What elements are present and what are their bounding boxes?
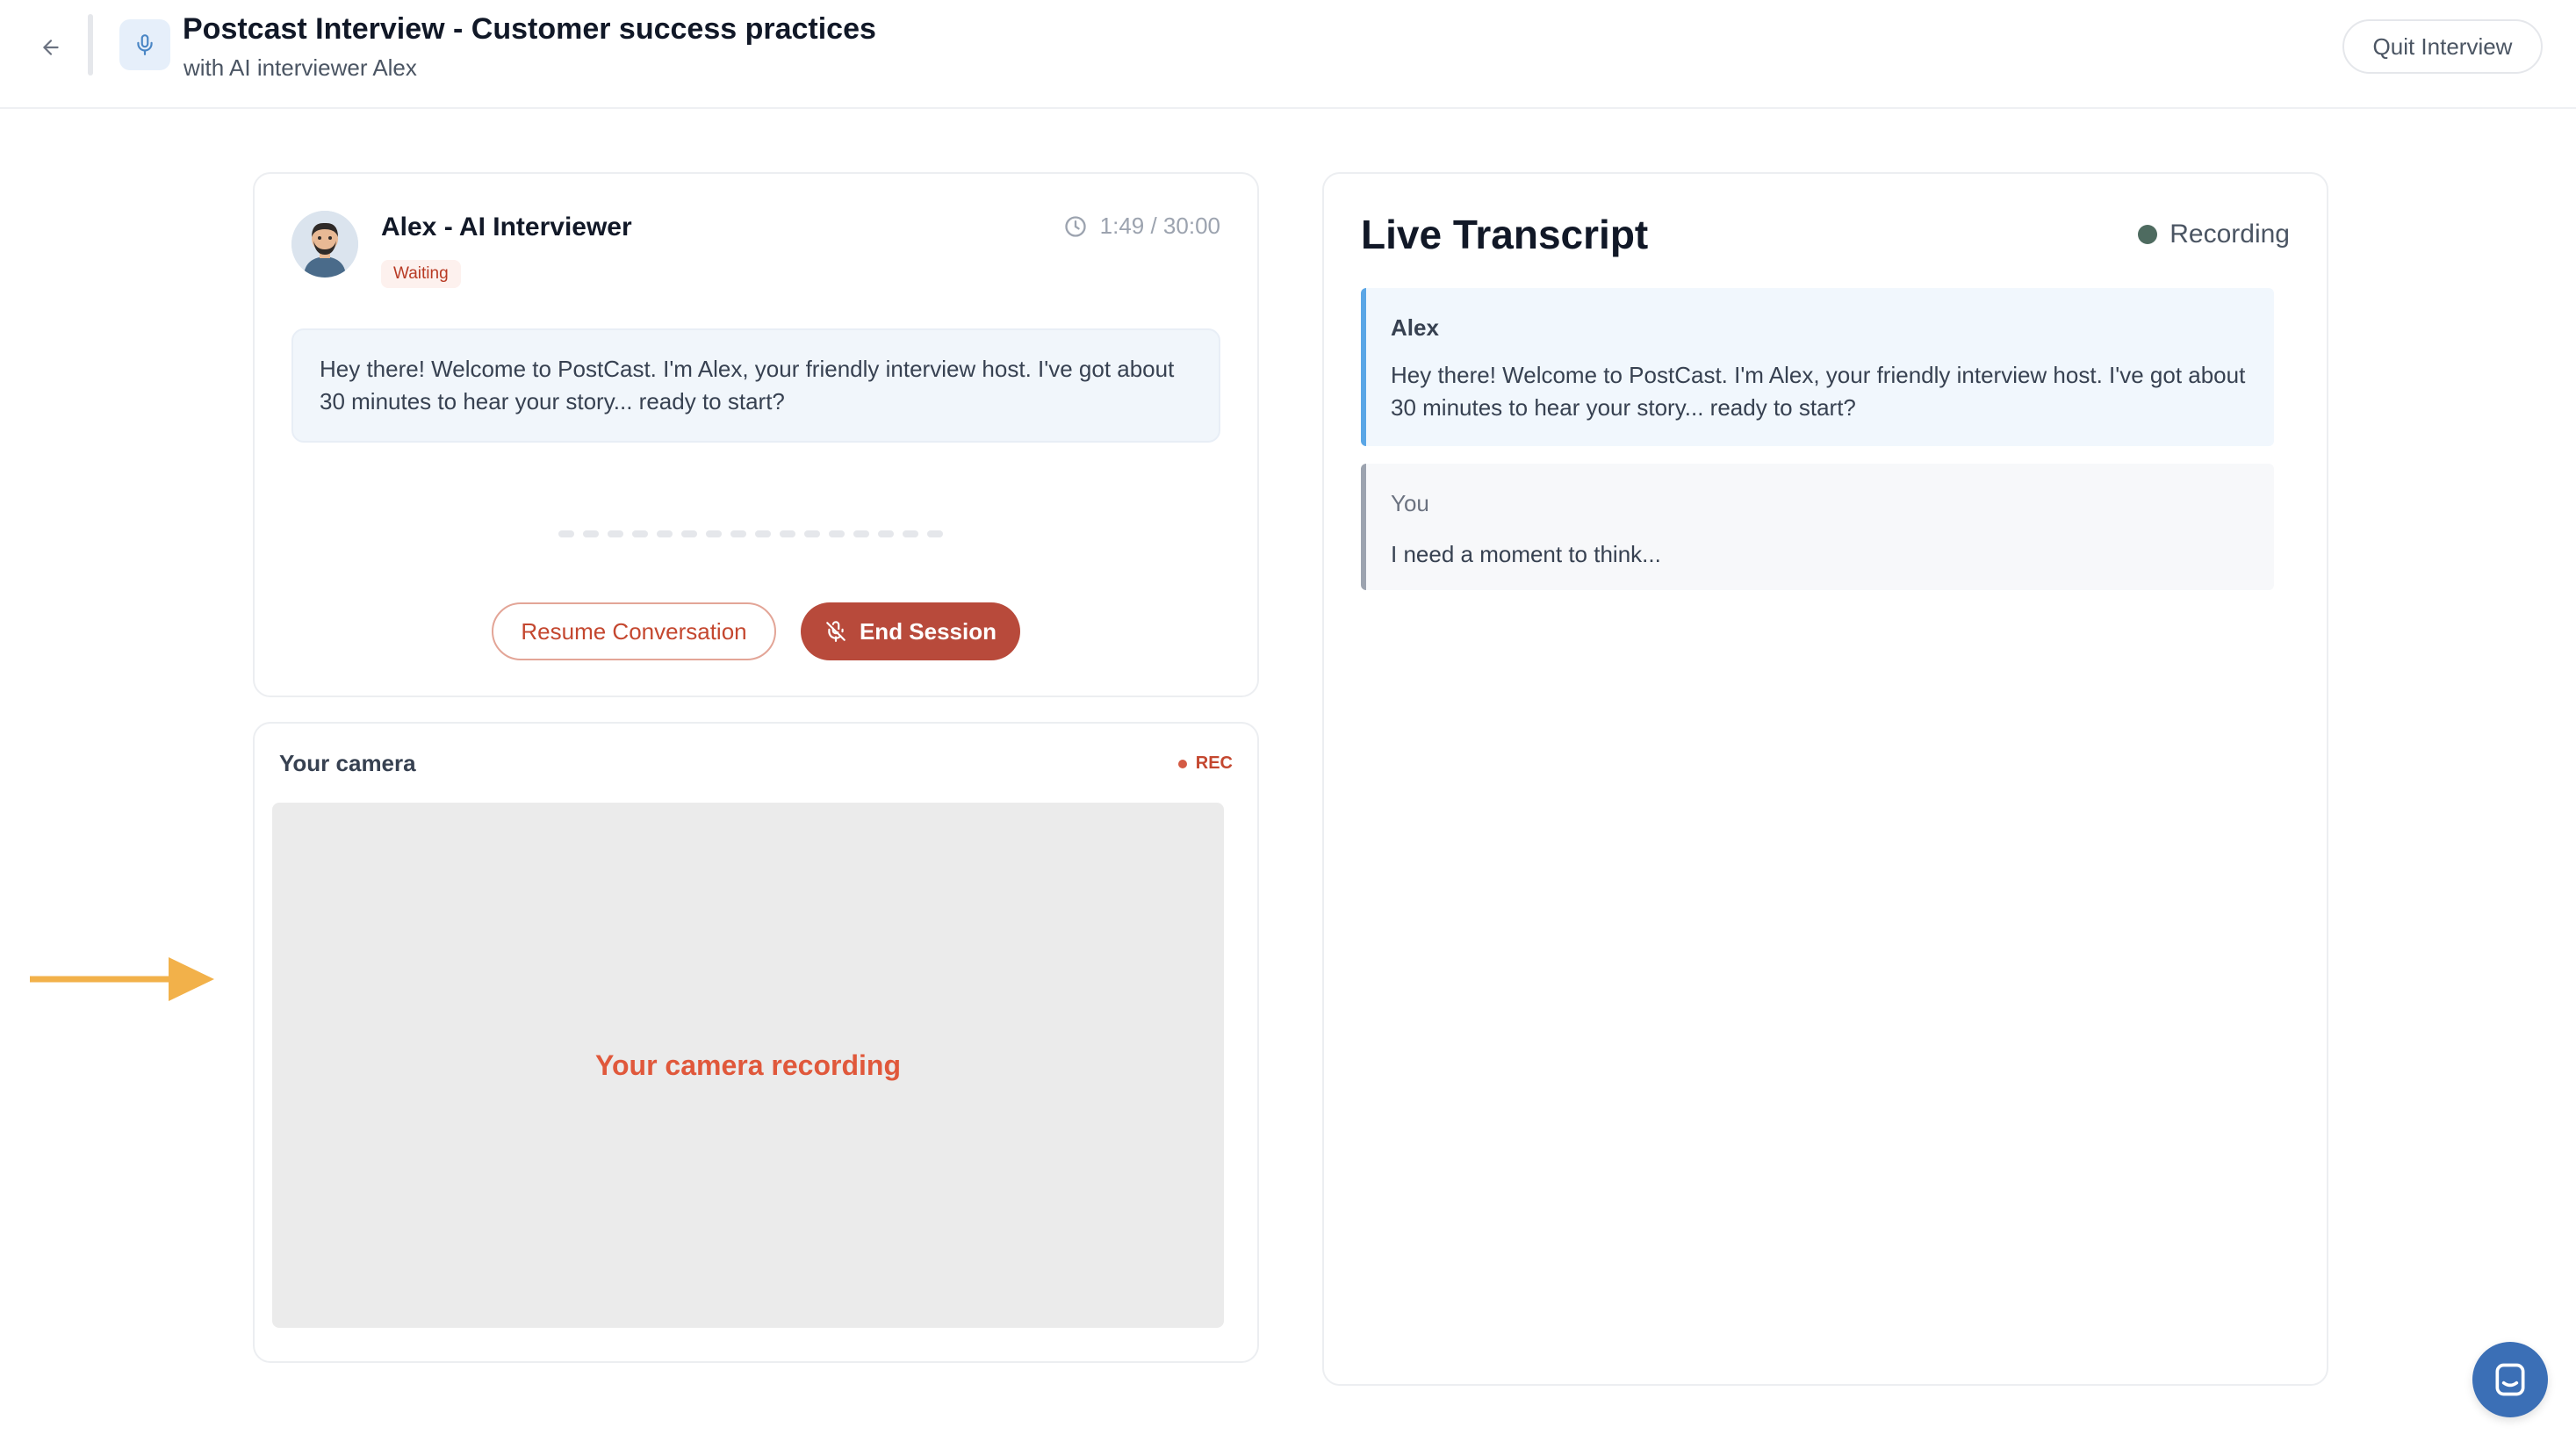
- transcript-card: Live Transcript Recording Alex Hey there…: [1322, 172, 2328, 1386]
- wave-bar: [903, 530, 918, 537]
- podcast-badge: [119, 19, 170, 70]
- wave-bar: [755, 530, 771, 537]
- recording-label: Recording: [2169, 220, 2290, 249]
- page-subtitle: with AI interviewer Alex: [183, 54, 417, 81]
- chat-support-button[interactable]: [2472, 1342, 2548, 1417]
- back-arrow-icon: [43, 40, 59, 55]
- mic-off-icon: [826, 621, 845, 642]
- session-timer: 1:49 / 30:00: [1063, 213, 1220, 240]
- wave-bar: [632, 530, 648, 537]
- transcript-entry-you: You I need a moment to think...: [1361, 464, 2274, 590]
- wave-bar: [804, 530, 820, 537]
- wave-bar: [583, 530, 599, 537]
- clock-icon: [1064, 215, 1086, 237]
- camera-label: Your camera: [279, 750, 416, 776]
- rec-label: REC: [1195, 753, 1233, 773]
- wave-bar: [681, 530, 697, 537]
- resume-conversation-button[interactable]: Resume Conversation: [492, 602, 776, 660]
- transcript-text: I need a moment to think...: [1391, 541, 1661, 567]
- end-session-label: End Session: [859, 617, 997, 645]
- transcript-text: Hey there! Welcome to PostCast. I'm Alex…: [1391, 362, 2246, 421]
- rec-indicator: REC: [1177, 753, 1233, 774]
- ai-interviewer-card: Alex - AI Interviewer Waiting 1:49 / 30:…: [253, 172, 1259, 697]
- transcript-title: Live Transcript: [1361, 212, 1649, 257]
- page-title: Postcast Interview - Customer success pr…: [183, 12, 876, 46]
- wave-bar: [558, 530, 574, 537]
- transcript-speaker: You: [1391, 490, 1429, 516]
- interviewer-name: Alex - AI Interviewer: [381, 213, 632, 242]
- wave-bar: [608, 530, 623, 537]
- camera-preview: Your camera recording: [272, 803, 1224, 1328]
- wave-bar: [657, 530, 673, 537]
- microphone-icon: [137, 34, 153, 55]
- wave-bar: [927, 530, 943, 537]
- rec-dot-icon: [1177, 759, 1187, 768]
- pointer-arrow-icon: [30, 957, 214, 1001]
- recording-status: Recording: [2138, 220, 2290, 249]
- back-button[interactable]: [32, 28, 70, 67]
- recording-dot-icon: [2138, 225, 2158, 244]
- wave-bar: [829, 530, 845, 537]
- avatar: [291, 211, 358, 278]
- quit-interview-button[interactable]: Quit Interview: [2342, 19, 2543, 74]
- camera-placeholder-text: Your camera recording: [595, 1049, 901, 1081]
- wave-bar: [878, 530, 894, 537]
- wave-bar: [853, 530, 869, 537]
- wave-bar: [780, 530, 795, 537]
- timer-text: 1:49 / 30:00: [1099, 213, 1220, 239]
- status-badge: Waiting: [381, 260, 461, 288]
- transcript-entry-alex: Alex Hey there! Welcome to PostCast. I'm…: [1361, 288, 2274, 446]
- wave-bar: [706, 530, 722, 537]
- ai-message-bubble: Hey there! Welcome to PostCast. I'm Alex…: [291, 328, 1220, 443]
- chat-icon: [2495, 1363, 2525, 1396]
- wave-bar: [730, 530, 746, 537]
- header-divider: [88, 14, 93, 76]
- end-session-button[interactable]: End Session: [801, 602, 1020, 660]
- interviewer-avatar-icon: [291, 211, 358, 278]
- camera-card: Your camera REC Your camera recording: [253, 722, 1259, 1363]
- top-header: Postcast Interview - Customer success pr…: [0, 0, 2576, 109]
- audio-waveform: [558, 530, 943, 537]
- transcript-speaker: Alex: [1391, 314, 1439, 341]
